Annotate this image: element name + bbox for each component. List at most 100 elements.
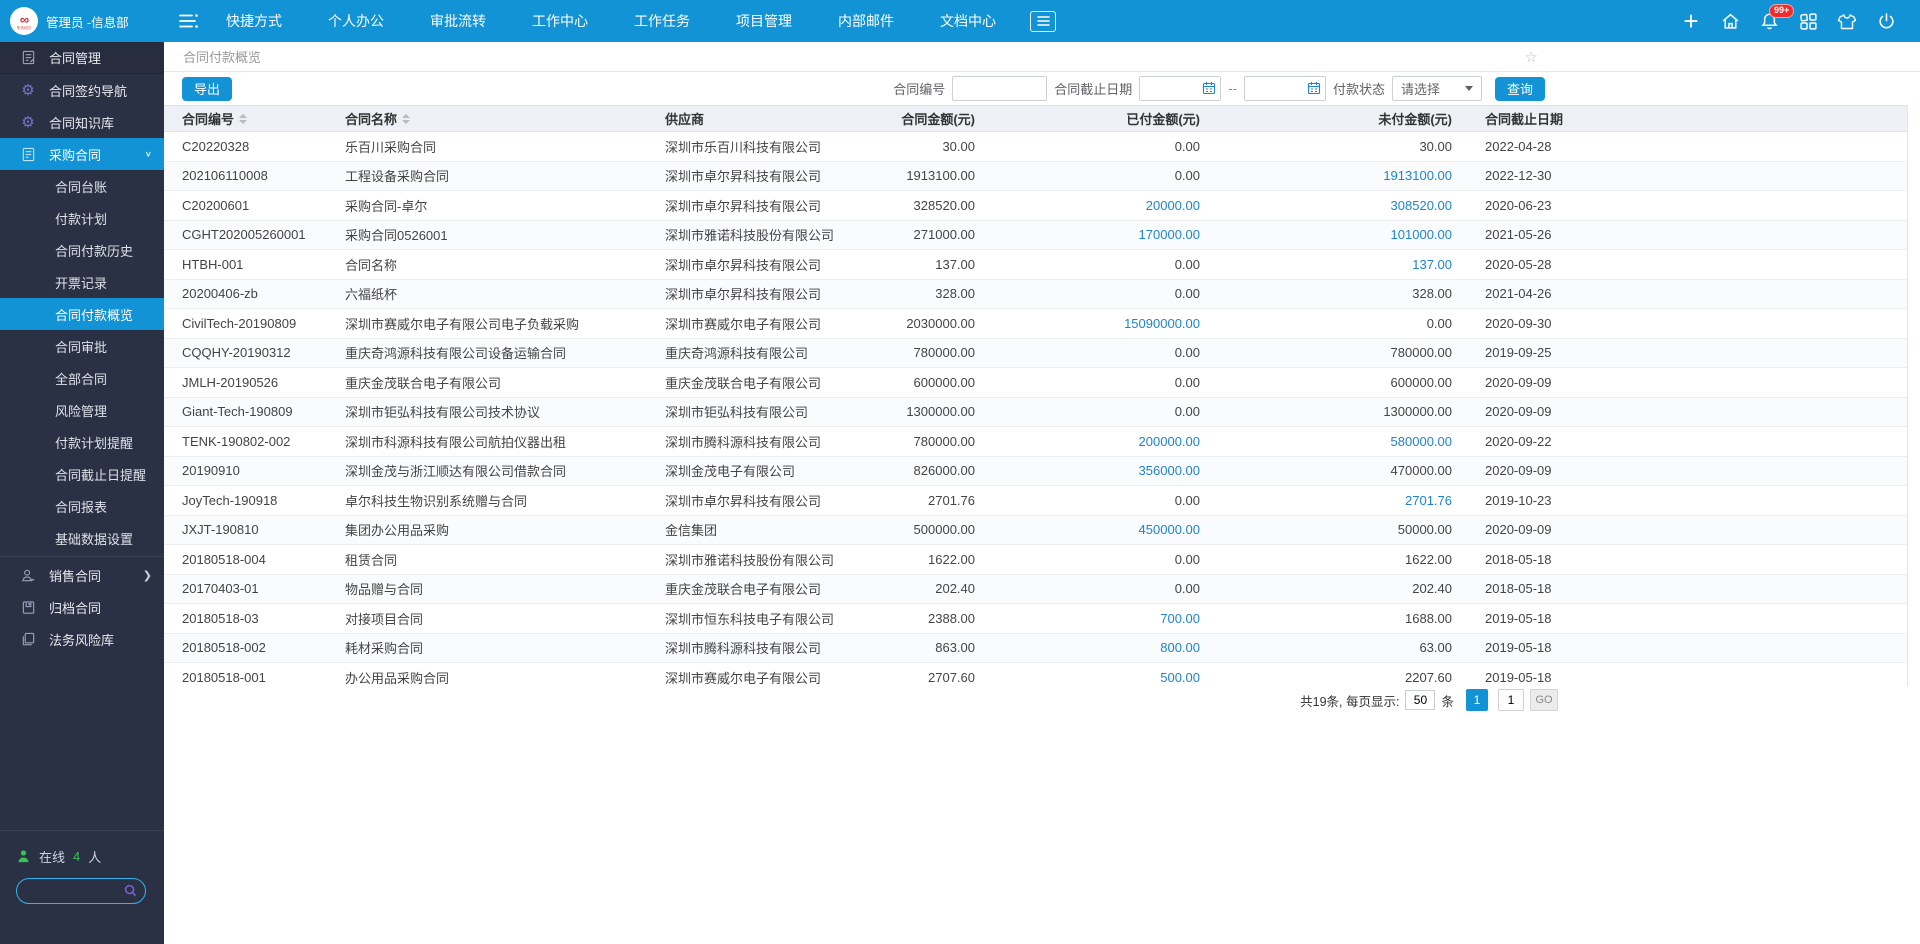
table-row[interactable]: TENK-190802-002 深圳市科源科技有限公司航拍仪器出租 深圳市腾科源… [164, 427, 1907, 457]
cell-contract-no: 20180518-03 [182, 611, 345, 626]
sidebar-subitem[interactable]: 合同报表 [0, 490, 164, 522]
cell-paid-amount[interactable]: 15090000.00 [975, 316, 1200, 331]
table-row[interactable]: 20190910 深圳金茂与浙江顺达有限公司借款合同 深圳金茂电子有限公司 82… [164, 457, 1907, 487]
cell-paid-amount[interactable]: 356000.00 [975, 463, 1200, 478]
cell-supplier: 深圳市乐百川科技有限公司 [665, 137, 880, 156]
sidebar-subitem[interactable]: 全部合同 [0, 362, 164, 394]
sidebar-subitem[interactable]: 基础数据设置 [0, 522, 164, 554]
page-size-input[interactable] [1405, 690, 1435, 710]
table-row[interactable]: 20170403-01 物品赠与合同 重庆金茂联合电子有限公司 202.40 0… [164, 575, 1907, 605]
power-icon[interactable] [1876, 11, 1896, 31]
home-icon[interactable] [1720, 11, 1740, 31]
menu-lines-icon[interactable] [178, 12, 200, 30]
sidebar-user-area[interactable]: ∞ 华天动力 管理员 -信息部 [0, 0, 164, 42]
plus-icon[interactable]: + [1681, 11, 1701, 31]
topnav-item[interactable]: 工作任务 [634, 11, 690, 31]
sort-icon[interactable] [402, 114, 410, 124]
apps-grid-icon[interactable] [1798, 11, 1818, 31]
table-row[interactable]: 20180518-002 耗材采购合同 深圳市腾科源科技有限公司 863.00 … [164, 634, 1907, 664]
topnav-item[interactable]: 审批流转 [430, 11, 486, 31]
table-row[interactable]: CivilTech-20190809 深圳市赛威尔电子有限公司电子负载采购 深圳… [164, 309, 1907, 339]
sidebar-item-legal-risk[interactable]: 法务风险库 [0, 623, 164, 655]
cell-paid-amount[interactable]: 700.00 [975, 611, 1200, 626]
cell-contract-name: 深圳市赛威尔电子有限公司电子负载采购 [345, 314, 665, 333]
table-row[interactable]: 20180518-001 办公用品采购合同 深圳市赛威尔电子有限公司 2707.… [164, 663, 1907, 686]
table-row[interactable]: 20200406-zb 六福纸杯 深圳市卓尔昇科技有限公司 328.00 0.0… [164, 280, 1907, 310]
cell-unpaid-amount[interactable]: 1913100.00 [1200, 168, 1452, 183]
cell-unpaid-amount: 0.00 [1200, 316, 1452, 331]
cell-paid-amount: 0.00 [975, 493, 1200, 508]
table-row[interactable]: CGHT202005260001 采购合同0526001 深圳市雅诺科技股份有限… [164, 221, 1907, 251]
table-row[interactable]: 20180518-004 租赁合同 深圳市雅诺科技股份有限公司 1622.00 … [164, 545, 1907, 575]
sidebar-item-contract-management[interactable]: 合同管理 [0, 42, 164, 74]
column-header-contract-no[interactable]: 合同编号 [182, 109, 345, 128]
sidebar-item-sales-contract[interactable]: 销售合同 ❯ [0, 559, 164, 591]
topnav-item[interactable]: 项目管理 [736, 11, 792, 31]
search-icon[interactable] [123, 883, 138, 898]
cell-paid-amount[interactable]: 450000.00 [975, 522, 1200, 537]
sidebar-item-contract-sign-nav[interactable]: ⚙ 合同签约导航 [0, 74, 164, 106]
sidebar-subitem[interactable]: 付款计划提醒 [0, 426, 164, 458]
pay-status-select[interactable]: 请选择 [1392, 76, 1482, 101]
sort-icon[interactable] [239, 114, 247, 124]
calendar-icon[interactable] [1202, 81, 1216, 95]
sidebar-subitem[interactable]: 开票记录 [0, 266, 164, 298]
tshirt-icon[interactable] [1837, 11, 1857, 31]
sidebar-subitem[interactable]: 合同审批 [0, 330, 164, 362]
topnav-item[interactable]: 快捷方式 [226, 11, 282, 31]
search-button[interactable]: 查询 [1495, 77, 1545, 101]
cell-amount: 30.00 [880, 139, 975, 154]
sidebar-item-contract-knowledge[interactable]: ⚙ 合同知识库 [0, 106, 164, 138]
calendar-icon[interactable] [1307, 81, 1321, 95]
hamburger-icon[interactable] [1030, 11, 1056, 32]
page-jump-input[interactable] [1498, 689, 1524, 711]
cell-supplier: 深圳市赛威尔电子有限公司 [665, 314, 880, 333]
cell-paid-amount[interactable]: 200000.00 [975, 434, 1200, 449]
favorite-star-icon[interactable]: ☆ [1525, 48, 1538, 66]
go-button[interactable]: GO [1530, 689, 1558, 711]
sidebar-subitem[interactable]: 风险管理 [0, 394, 164, 426]
sidebar-subitem[interactable]: 合同台账 [0, 170, 164, 202]
sidebar-subitem[interactable]: 合同付款历史 [0, 234, 164, 266]
cell-supplier: 深圳市钜弘科技有限公司 [665, 402, 880, 421]
column-header-contract-name[interactable]: 合同名称 [345, 109, 665, 128]
topnav-item[interactable]: 个人办公 [328, 11, 384, 31]
table-row[interactable]: 202106110008 工程设备采购合同 深圳市卓尔昇科技有限公司 19131… [164, 162, 1907, 192]
cell-paid-amount[interactable]: 170000.00 [975, 227, 1200, 242]
table-row[interactable]: JXJT-190810 集团办公用品采购 金信集团 500000.00 4500… [164, 516, 1907, 546]
current-page-button[interactable]: 1 [1466, 689, 1488, 711]
cell-unpaid-amount[interactable]: 308520.00 [1200, 198, 1452, 213]
table-row[interactable]: Giant-Tech-190809 深圳市钜弘科技有限公司技术协议 深圳市钜弘科… [164, 398, 1907, 428]
cell-paid-amount[interactable]: 500.00 [975, 670, 1200, 685]
cell-paid-amount[interactable]: 20000.00 [975, 198, 1200, 213]
cell-unpaid-amount[interactable]: 2701.76 [1200, 493, 1452, 508]
cell-unpaid-amount[interactable]: 580000.00 [1200, 434, 1452, 449]
sidebar-subitem[interactable]: 合同截止日提醒 [0, 458, 164, 490]
sidebar-item-archived-contract[interactable]: 归档合同 [0, 591, 164, 623]
topnav-item[interactable]: 内部邮件 [838, 11, 894, 31]
table-row[interactable]: C20220328 乐百川采购合同 深圳市乐百川科技有限公司 30.00 0.0… [164, 132, 1907, 162]
online-unit: 人 [88, 847, 101, 866]
cell-unpaid-amount: 1688.00 [1200, 611, 1452, 626]
table-row[interactable]: 20180518-03 对接项目合同 深圳市恒东科技电子有限公司 2388.00… [164, 604, 1907, 634]
cell-supplier: 深圳市卓尔昇科技有限公司 [665, 196, 880, 215]
cell-paid-amount[interactable]: 800.00 [975, 640, 1200, 655]
sidebar-item-purchase-contract[interactable]: 采购合同 ∨ [0, 138, 164, 170]
table-row[interactable]: JMLH-20190526 重庆金茂联合电子有限公司 重庆金茂联合电子有限公司 … [164, 368, 1907, 398]
table-row[interactable]: CQQHY-20190312 重庆奇鸿源科技有限公司设备运输合同 重庆奇鸿源科技… [164, 339, 1907, 369]
table-row[interactable]: HTBH-001 合同名称 深圳市卓尔昇科技有限公司 137.00 0.00 1… [164, 250, 1907, 280]
sidebar-subitem[interactable]: 合同付款概览 [0, 298, 164, 330]
bell-icon[interactable]: 99+ [1759, 11, 1779, 31]
topnav-item[interactable]: 文档中心 [940, 11, 996, 31]
cell-unpaid-amount[interactable]: 137.00 [1200, 257, 1452, 272]
table-row[interactable]: JoyTech-190918 卓尔科技生物识别系统赠与合同 深圳市卓尔昇科技有限… [164, 486, 1907, 516]
table-row[interactable]: C20200601 采购合同-卓尔 深圳市卓尔昇科技有限公司 328520.00… [164, 191, 1907, 221]
sidebar-subitem[interactable]: 付款计划 [0, 202, 164, 234]
topnav-item[interactable]: 工作中心 [532, 11, 588, 31]
cell-contract-name: 采购合同-卓尔 [345, 196, 665, 215]
cell-deadline: 2020-09-30 [1452, 316, 1872, 331]
online-person-icon [16, 849, 31, 864]
export-button[interactable]: 导出 [182, 77, 232, 101]
cell-unpaid-amount[interactable]: 101000.00 [1200, 227, 1452, 242]
contract-no-input[interactable] [952, 76, 1047, 101]
